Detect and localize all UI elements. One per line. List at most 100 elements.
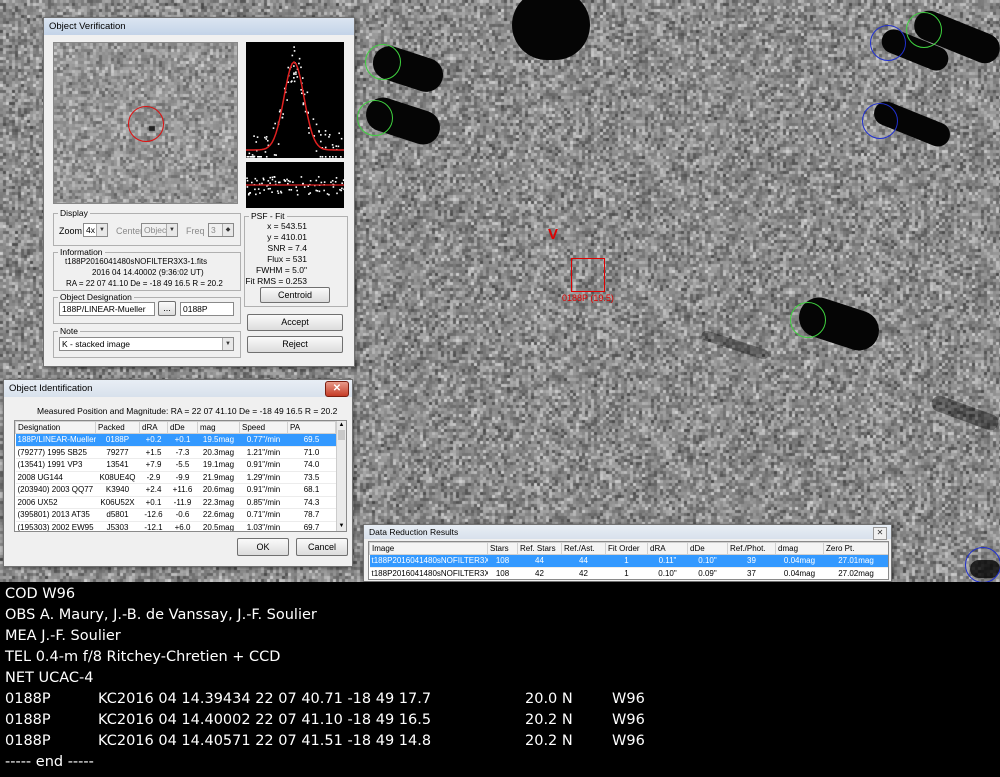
scroll-up-icon[interactable]: ▲ bbox=[337, 421, 346, 430]
freq-spinner[interactable]: 3 ◆ bbox=[208, 223, 234, 237]
catalog-star-circle bbox=[965, 547, 1000, 582]
psf-sample-point bbox=[286, 99, 288, 101]
residual-point bbox=[254, 177, 257, 180]
table-row[interactable]: 2008 UG144 K08UE4Q -2.9 -9.9 21.9mag 1.29"/mi… bbox=[15, 471, 336, 484]
psf-sample-point bbox=[293, 80, 296, 83]
centroid-button[interactable]: Centroid bbox=[260, 287, 330, 303]
designation-field[interactable]: 188P/LINEAR-Mueller bbox=[59, 302, 155, 316]
psf-sample-point bbox=[264, 151, 267, 153]
column-header[interactable]: PA bbox=[287, 421, 336, 434]
target-box[interactable] bbox=[571, 258, 605, 292]
scroll-down-icon[interactable]: ▼ bbox=[337, 522, 346, 531]
table-cell: 37 bbox=[727, 567, 776, 579]
catalog-star-circle bbox=[862, 103, 898, 139]
report-line-cod: COD W96 bbox=[5, 586, 76, 602]
column-header[interactable]: dDe bbox=[687, 542, 728, 555]
column-header[interactable]: dmag bbox=[775, 542, 824, 555]
residual-point bbox=[287, 180, 290, 182]
scroll-thumb[interactable] bbox=[338, 430, 345, 440]
table-row[interactable]: 2006 UX52 K06U52X +0.1 -11.9 22.3mag 0.85"/mi… bbox=[15, 496, 336, 509]
table-row[interactable]: (195303) 2002 EW95 J5303 -12.1 +6.0 20.5mag 1… bbox=[15, 521, 336, 531]
column-header[interactable]: Fit Order bbox=[605, 542, 648, 555]
cancel-button[interactable]: Cancel bbox=[296, 538, 348, 556]
column-header[interactable]: Packed bbox=[95, 421, 140, 434]
table-cell: +0.2 bbox=[139, 433, 168, 447]
table-cell: 39 bbox=[727, 554, 776, 568]
column-header[interactable]: dRA bbox=[647, 542, 688, 555]
residual-point bbox=[255, 193, 257, 196]
table-row[interactable]: t188P2016041480sNOFILTER3X3 108 42 42 1 0.10"… bbox=[369, 567, 888, 579]
psf-sample-point bbox=[340, 137, 343, 140]
reject-button[interactable]: Reject bbox=[247, 336, 343, 353]
table-cell: d5801 bbox=[95, 508, 140, 522]
psf-sample-point bbox=[248, 152, 251, 155]
accept-button[interactable]: Accept bbox=[247, 314, 343, 331]
psf-sample-point bbox=[329, 156, 331, 158]
zoom-select[interactable]: 4x ▼ bbox=[83, 223, 108, 237]
ok-button[interactable]: OK bbox=[237, 538, 289, 556]
packed-designation-field[interactable]: 0188P bbox=[180, 302, 234, 316]
column-header[interactable]: Ref./Ast. bbox=[561, 542, 606, 555]
results-table: Image Stars Ref. Stars Ref./Ast. Fit Order dR… bbox=[369, 542, 888, 579]
vertical-scrollbar[interactable]: ▲ ▼ bbox=[336, 421, 346, 531]
table-row[interactable]: (13541) 1991 VP3 13541 +7.9 -5.5 19.1mag 0.91… bbox=[15, 458, 336, 472]
residual-point bbox=[254, 188, 256, 191]
column-header[interactable]: Image bbox=[369, 542, 488, 555]
obs-object: 0188P bbox=[5, 712, 51, 728]
residual-point bbox=[279, 181, 281, 184]
column-header[interactable]: Zero Pt. bbox=[823, 542, 888, 555]
table-cell: 1.21"/min bbox=[239, 446, 288, 459]
psf-sample-point bbox=[319, 155, 322, 158]
psf-sample-point bbox=[328, 136, 330, 138]
table-row[interactable]: t188P2016041480sNOFILTER3X3 108 44 44 1 0.11"… bbox=[369, 554, 888, 568]
close-icon[interactable]: ✕ bbox=[873, 527, 887, 540]
psf-sample-point bbox=[306, 91, 309, 94]
table-cell: (79277) 1995 SB25 bbox=[15, 446, 96, 459]
residual-point bbox=[271, 191, 273, 194]
table-cell: 22.3mag bbox=[197, 496, 240, 509]
center-select[interactable]: Object ▼ bbox=[141, 223, 178, 237]
close-icon[interactable]: ✕ bbox=[325, 381, 349, 397]
table-row[interactable]: 188P/LINEAR-Mueller 0188P +0.2 +0.1 19.5mag 0… bbox=[15, 433, 336, 447]
table-cell: 2008 UG144 bbox=[15, 471, 96, 484]
residual-point bbox=[271, 176, 274, 179]
reference-star-circle bbox=[365, 44, 401, 80]
table-cell: -11.9 bbox=[167, 496, 198, 509]
obs-data: KC2016 04 14.40571 22 07 41.51 -18 49 14… bbox=[98, 733, 432, 749]
column-header[interactable]: dDe bbox=[167, 421, 198, 434]
residual-point bbox=[317, 176, 320, 178]
residual-point bbox=[269, 176, 272, 179]
window-title[interactable]: Data Reduction Results bbox=[364, 525, 891, 539]
table-cell: 19.5mag bbox=[197, 433, 240, 447]
table-row[interactable]: (395801) 2013 AT35 d5801 -12.6 -0.6 22.6mag 0… bbox=[15, 508, 336, 522]
psf-sample-point bbox=[282, 113, 284, 115]
reference-star-circle bbox=[357, 100, 393, 136]
table-cell: 21.9mag bbox=[197, 471, 240, 484]
residual-point bbox=[262, 178, 265, 181]
note-select[interactable]: K - stacked image ▼ bbox=[59, 337, 234, 351]
psf-flux: Flux = 531 bbox=[267, 254, 307, 264]
table-row[interactable]: (203940) 2003 QQ77 K3940 +2.4 +11.6 20.6mag 0… bbox=[15, 483, 336, 497]
table-cell: 2006 UX52 bbox=[15, 496, 96, 509]
column-header[interactable]: Designation bbox=[15, 421, 96, 434]
column-header[interactable]: Ref./Phot. bbox=[727, 542, 776, 555]
column-header[interactable]: Stars bbox=[487, 542, 518, 555]
results-list[interactable]: Image Stars Ref. Stars Ref./Ast. Fit Order dR… bbox=[368, 541, 889, 580]
window-title[interactable]: Object Identification bbox=[4, 380, 352, 397]
table-row[interactable]: (79277) 1995 SB25 79277 +1.5 -7.3 20.3mag 1.2… bbox=[15, 446, 336, 459]
zoom-value: 4x bbox=[86, 225, 95, 235]
column-header[interactable]: dRA bbox=[139, 421, 168, 434]
designation-legend: Object Designation bbox=[60, 292, 132, 302]
column-header[interactable]: Speed bbox=[239, 421, 288, 434]
table-cell: 68.1 bbox=[287, 483, 336, 497]
candidate-table: Designation Packed dRA dDe mag Speed PA 188P/L… bbox=[15, 421, 336, 531]
psf-sample-point bbox=[253, 135, 255, 137]
freq-value: 3 bbox=[211, 225, 216, 235]
candidate-list[interactable]: Designation Packed dRA dDe mag Speed PA 188P/L… bbox=[14, 420, 347, 532]
column-header[interactable]: mag bbox=[197, 421, 240, 434]
browse-button[interactable]: ... bbox=[158, 301, 176, 316]
column-header[interactable]: Ref. Stars bbox=[517, 542, 562, 555]
table-cell: 22.6mag bbox=[197, 508, 240, 522]
window-title[interactable]: Object Verification bbox=[44, 18, 354, 35]
residual-point bbox=[292, 181, 294, 183]
